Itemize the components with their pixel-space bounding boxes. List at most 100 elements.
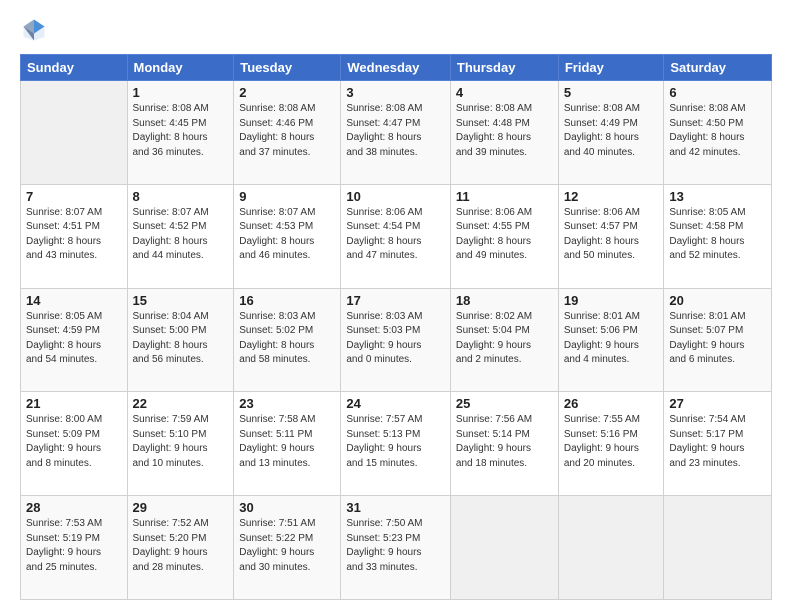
calendar-cell: 12 Sunrise: 8:06 AM Sunset: 4:57 PM Dayli… [558,184,664,288]
day-number: 16 [239,293,335,308]
calendar-cell: 10 Sunrise: 8:06 AM Sunset: 4:54 PM Dayli… [341,184,451,288]
day-info: Sunrise: 8:05 AM Sunset: 4:59 PM Dayligh… [26,310,122,368]
day-info: Sunrise: 8:01 AM Sunset: 5:06 PM Dayligh… [564,310,659,368]
calendar-cell: 20Sunrise: 8:01 AM Sunset: 5:07 PM Dayli… [664,288,772,392]
calendar-header: SundayMondayTuesdayWednesdayThursdayFrid… [21,55,772,81]
day-number: 19 [564,293,659,308]
day-number: 8 [133,189,229,204]
day-info: Sunrise: 8:04 AM Sunset: 5:00 PM Dayligh… [133,310,229,368]
calendar-cell: 26 Sunrise: 7:55 AM Sunset: 5:16 PM Dayli… [558,392,664,496]
day-number: 28 [26,500,122,515]
day-info: Sunrise: 7:58 AM Sunset: 5:11 PM Dayligh… [239,413,335,471]
day-number: 7 [26,189,122,204]
calendar-cell: 17Sunrise: 8:03 AM Sunset: 5:03 PM Dayli… [341,288,451,392]
day-number: 5 [564,85,659,100]
weekday-header: Sunday [21,55,128,81]
day-number: 29 [133,500,229,515]
day-number: 30 [239,500,335,515]
day-info: Sunrise: 8:06 AM Sunset: 4:57 PM Dayligh… [564,206,659,264]
calendar-cell [558,496,664,600]
day-info: Sunrise: 8:07 AM Sunset: 4:51 PM Dayligh… [26,206,122,264]
day-number: 18 [456,293,553,308]
day-info: Sunrise: 8:08 AM Sunset: 4:49 PM Dayligh… [564,102,659,160]
day-info: Sunrise: 8:08 AM Sunset: 4:46 PM Dayligh… [239,102,335,160]
day-number: 26 [564,396,659,411]
day-number: 25 [456,396,553,411]
day-number: 13 [669,189,766,204]
calendar-week-row: 21Sunrise: 8:00 AM Sunset: 5:09 PM Dayli… [21,392,772,496]
day-info: Sunrise: 8:06 AM Sunset: 4:54 PM Dayligh… [346,206,445,264]
day-number: 11 [456,189,553,204]
calendar-cell: 19 Sunrise: 8:01 AM Sunset: 5:06 PM Dayli… [558,288,664,392]
weekday-header: Wednesday [341,55,451,81]
day-number: 17 [346,293,445,308]
header [20,16,772,44]
calendar-cell: 2 Sunrise: 8:08 AM Sunset: 4:46 PM Daylig… [234,81,341,185]
calendar: SundayMondayTuesdayWednesdayThursdayFrid… [20,54,772,600]
logo [20,16,52,44]
calendar-cell: 30 Sunrise: 7:51 AM Sunset: 5:22 PM Dayli… [234,496,341,600]
day-number: 20 [669,293,766,308]
weekday-header: Saturday [664,55,772,81]
calendar-cell: 8 Sunrise: 8:07 AM Sunset: 4:52 PM Daylig… [127,184,234,288]
weekday-header: Friday [558,55,664,81]
day-info: Sunrise: 7:54 AM Sunset: 5:17 PM Dayligh… [669,413,766,471]
day-number: 1 [133,85,229,100]
calendar-cell [450,496,558,600]
calendar-cell: 4 Sunrise: 8:08 AM Sunset: 4:48 PM Daylig… [450,81,558,185]
calendar-cell: 31 Sunrise: 7:50 AM Sunset: 5:23 PM Dayli… [341,496,451,600]
day-number: 24 [346,396,445,411]
day-info: Sunrise: 8:07 AM Sunset: 4:53 PM Dayligh… [239,206,335,264]
calendar-cell [21,81,128,185]
day-info: Sunrise: 7:51 AM Sunset: 5:22 PM Dayligh… [239,517,335,575]
day-number: 4 [456,85,553,100]
day-number: 9 [239,189,335,204]
day-number: 12 [564,189,659,204]
day-number: 6 [669,85,766,100]
calendar-cell: 7 Sunrise: 8:07 AM Sunset: 4:51 PM Daylig… [21,184,128,288]
calendar-cell [664,496,772,600]
calendar-week-row: 14 Sunrise: 8:05 AM Sunset: 4:59 PM Dayli… [21,288,772,392]
day-number: 27 [669,396,766,411]
day-info: Sunrise: 7:50 AM Sunset: 5:23 PM Dayligh… [346,517,445,575]
calendar-cell: 23Sunrise: 7:58 AM Sunset: 5:11 PM Dayli… [234,392,341,496]
day-info: Sunrise: 8:08 AM Sunset: 4:50 PM Dayligh… [669,102,766,160]
weekday-header: Tuesday [234,55,341,81]
calendar-cell: 11 Sunrise: 8:06 AM Sunset: 4:55 PM Dayli… [450,184,558,288]
calendar-body: 1 Sunrise: 8:08 AM Sunset: 4:45 PM Daylig… [21,81,772,600]
day-number: 31 [346,500,445,515]
day-info: Sunrise: 8:08 AM Sunset: 4:47 PM Dayligh… [346,102,445,160]
day-number: 2 [239,85,335,100]
day-info: Sunrise: 8:07 AM Sunset: 4:52 PM Dayligh… [133,206,229,264]
logo-icon [20,16,48,44]
calendar-cell: 27 Sunrise: 7:54 AM Sunset: 5:17 PM Dayli… [664,392,772,496]
calendar-cell: 21Sunrise: 8:00 AM Sunset: 5:09 PM Dayli… [21,392,128,496]
day-info: Sunrise: 7:56 AM Sunset: 5:14 PM Dayligh… [456,413,553,471]
day-number: 10 [346,189,445,204]
calendar-cell: 9 Sunrise: 8:07 AM Sunset: 4:53 PM Daylig… [234,184,341,288]
calendar-cell: 18 Sunrise: 8:02 AM Sunset: 5:04 PM Dayli… [450,288,558,392]
day-info: Sunrise: 8:03 AM Sunset: 5:02 PM Dayligh… [239,310,335,368]
weekday-row: SundayMondayTuesdayWednesdayThursdayFrid… [21,55,772,81]
weekday-header: Thursday [450,55,558,81]
day-number: 22 [133,396,229,411]
calendar-cell: 1 Sunrise: 8:08 AM Sunset: 4:45 PM Daylig… [127,81,234,185]
day-info: Sunrise: 7:57 AM Sunset: 5:13 PM Dayligh… [346,413,445,471]
day-number: 14 [26,293,122,308]
day-info: Sunrise: 8:08 AM Sunset: 4:45 PM Dayligh… [133,102,229,160]
page: SundayMondayTuesdayWednesdayThursdayFrid… [0,0,792,612]
day-info: Sunrise: 8:05 AM Sunset: 4:58 PM Dayligh… [669,206,766,264]
calendar-cell: 29Sunrise: 7:52 AM Sunset: 5:20 PM Dayli… [127,496,234,600]
calendar-cell: 6 Sunrise: 8:08 AM Sunset: 4:50 PM Daylig… [664,81,772,185]
calendar-week-row: 28Sunrise: 7:53 AM Sunset: 5:19 PM Dayli… [21,496,772,600]
day-info: Sunrise: 8:02 AM Sunset: 5:04 PM Dayligh… [456,310,553,368]
calendar-cell: 25 Sunrise: 7:56 AM Sunset: 5:14 PM Dayli… [450,392,558,496]
day-number: 21 [26,396,122,411]
day-info: Sunrise: 8:06 AM Sunset: 4:55 PM Dayligh… [456,206,553,264]
calendar-week-row: 1 Sunrise: 8:08 AM Sunset: 4:45 PM Daylig… [21,81,772,185]
weekday-header: Monday [127,55,234,81]
calendar-cell: 14 Sunrise: 8:05 AM Sunset: 4:59 PM Dayli… [21,288,128,392]
day-info: Sunrise: 8:08 AM Sunset: 4:48 PM Dayligh… [456,102,553,160]
day-info: Sunrise: 7:55 AM Sunset: 5:16 PM Dayligh… [564,413,659,471]
day-number: 3 [346,85,445,100]
